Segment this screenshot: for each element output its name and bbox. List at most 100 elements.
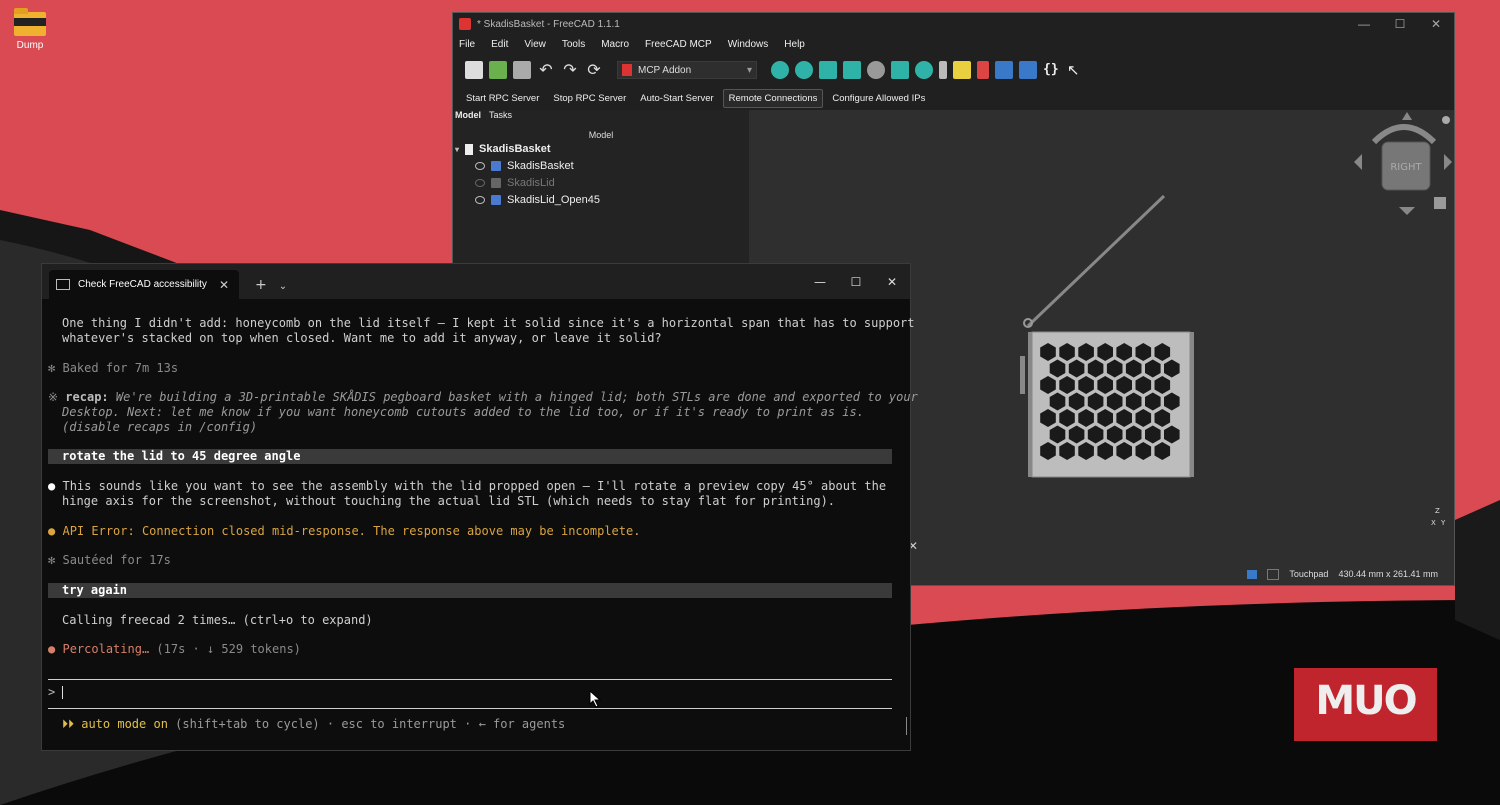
tree-item-skadisbasket[interactable]: SkadisBasket bbox=[475, 160, 574, 172]
body-icon bbox=[491, 178, 501, 188]
open-document-icon[interactable] bbox=[489, 61, 507, 79]
save-icon[interactable] bbox=[513, 61, 531, 79]
maximize-button[interactable]: ☐ bbox=[1382, 17, 1418, 31]
view-menu-icon[interactable] bbox=[819, 61, 837, 79]
scrollbar[interactable] bbox=[906, 717, 907, 735]
expand-arrow-icon[interactable]: ▾ bbox=[455, 145, 459, 154]
freecad-titlebar[interactable]: * SkadisBasket - FreeCAD 1.1.1 — ☐ ✕ bbox=[453, 13, 1454, 35]
menu-help[interactable]: Help bbox=[784, 39, 805, 50]
bullet-icon: ● bbox=[48, 642, 56, 656]
redo-icon[interactable]: ↷ bbox=[561, 61, 579, 79]
muo-watermark-logo: MUO bbox=[1294, 668, 1437, 741]
text-cursor bbox=[62, 686, 64, 699]
menu-tools[interactable]: Tools bbox=[562, 39, 585, 50]
minimize-button[interactable]: — bbox=[1346, 17, 1382, 31]
menu-macro[interactable]: Macro bbox=[601, 39, 629, 50]
bullet-icon: ● bbox=[48, 479, 56, 493]
remote-connections-button[interactable]: Remote Connections bbox=[722, 88, 824, 108]
chevron-down-icon[interactable]: ⌄ bbox=[279, 281, 287, 292]
recap-line: (disable recaps in /config) bbox=[62, 420, 258, 434]
measure-icon[interactable] bbox=[843, 61, 861, 79]
prompt-input[interactable]: > bbox=[48, 685, 64, 700]
menu-edit[interactable]: Edit bbox=[491, 39, 508, 50]
draw-style-icon[interactable] bbox=[867, 61, 885, 79]
desktop-icon-dump[interactable]: Dump bbox=[8, 8, 52, 51]
whats-this-icon[interactable]: ↖ bbox=[1067, 61, 1085, 79]
workbench-logo-icon bbox=[622, 64, 632, 76]
progress-line: ● Percolating… (17s · ↓ 529 tokens) bbox=[48, 642, 301, 656]
workbench-selector[interactable]: MCP Addon ▾ bbox=[617, 61, 757, 79]
terminal-titlebar[interactable]: Check FreeCAD accessibility ✕ + ⌄ — ☐ ✕ bbox=[42, 264, 910, 299]
menu-view[interactable]: View bbox=[524, 39, 546, 50]
menu-file[interactable]: File bbox=[459, 39, 475, 50]
visibility-eye-icon[interactable] bbox=[475, 196, 485, 204]
maximize-button[interactable]: ☐ bbox=[838, 275, 874, 289]
tree-root-label: SkadisBasket bbox=[479, 143, 551, 155]
menu-windows[interactable]: Windows bbox=[728, 39, 769, 50]
freecad-logo-icon bbox=[459, 18, 471, 30]
terminal-window[interactable]: Check FreeCAD accessibility ✕ + ⌄ — ☐ ✕ … bbox=[41, 263, 918, 751]
workbench-name: MCP Addon bbox=[638, 64, 692, 76]
minimize-button[interactable]: — bbox=[802, 275, 838, 289]
folder-icon[interactable] bbox=[995, 61, 1013, 79]
freecad-toolbar: ↶ ↷ ⟳ MCP Addon ▾ {} ↖ bbox=[453, 54, 1454, 86]
visibility-eye-icon[interactable] bbox=[475, 162, 485, 170]
terminal-output[interactable]: One thing I didn't add: honeycomb on the… bbox=[42, 299, 918, 750]
sparkle-icon: ✻ bbox=[48, 361, 56, 375]
tree-item-skadislid[interactable]: SkadisLid bbox=[475, 177, 555, 189]
tree-root-document[interactable]: ▾ SkadisBasket bbox=[455, 143, 551, 155]
part-icon[interactable] bbox=[953, 61, 971, 79]
assistant-line: hinge axis for the screenshot, without t… bbox=[62, 494, 836, 508]
folder-icon bbox=[14, 8, 46, 36]
user-message: rotate the lid to 45 degree angle bbox=[48, 449, 892, 464]
refresh-icon[interactable]: ⟳ bbox=[585, 61, 603, 79]
freecad-menubar: File Edit View Tools Macro FreeCAD MCP W… bbox=[453, 35, 1454, 54]
basket-model[interactable] bbox=[1004, 180, 1264, 480]
undo-icon[interactable]: ↶ bbox=[537, 61, 555, 79]
ruler-icon[interactable] bbox=[939, 61, 947, 79]
tree-item-label: SkadisBasket bbox=[507, 160, 574, 172]
terminal-tab[interactable]: Check FreeCAD accessibility ✕ bbox=[49, 270, 239, 299]
document-icon bbox=[465, 143, 474, 155]
auto-start-server-button[interactable]: Auto-Start Server bbox=[635, 90, 718, 107]
configure-allowed-ips-button[interactable]: Configure Allowed IPs bbox=[827, 90, 930, 107]
navigation-cube[interactable]: RIGHT bbox=[1354, 112, 1464, 222]
fit-all-icon[interactable] bbox=[771, 61, 789, 79]
divider bbox=[48, 679, 892, 680]
recap-line: ※ recap: We're building a 3D-printable S… bbox=[48, 390, 918, 404]
user-message: try again bbox=[48, 583, 892, 598]
tab-tasks[interactable]: Tasks bbox=[489, 110, 512, 126]
navigation-mode[interactable]: Touchpad bbox=[1289, 569, 1328, 579]
svg-text:Z: Z bbox=[1435, 507, 1440, 515]
tree-item-label: SkadisLid bbox=[507, 177, 555, 189]
tool-call-line: Calling freecad 2 times… (ctrl+o to expa… bbox=[62, 613, 373, 627]
sparkle-icon: ※ bbox=[48, 390, 59, 404]
hidden-eye-icon[interactable] bbox=[475, 179, 485, 187]
new-tab-icon[interactable]: + bbox=[255, 277, 267, 293]
divider bbox=[48, 708, 892, 709]
stop-rpc-server-button[interactable]: Stop RPC Server bbox=[548, 90, 631, 107]
close-button[interactable]: ✕ bbox=[874, 275, 910, 289]
new-document-icon[interactable] bbox=[465, 61, 483, 79]
combo-view-tabs: Model Tasks bbox=[453, 110, 751, 126]
start-rpc-server-button[interactable]: Start RPC Server bbox=[461, 90, 544, 107]
close-tab-icon[interactable]: ✕ bbox=[219, 278, 229, 292]
close-button[interactable]: ✕ bbox=[1418, 17, 1454, 31]
zoom-icon[interactable] bbox=[915, 61, 933, 79]
bullet-icon: ● bbox=[48, 524, 56, 538]
link-icon[interactable] bbox=[1019, 61, 1037, 79]
terminal-tab-title: Check FreeCAD accessibility bbox=[78, 279, 207, 290]
sparkle-icon: ✻ bbox=[48, 553, 56, 567]
fit-selection-icon[interactable] bbox=[795, 61, 813, 79]
bounding-box-icon[interactable] bbox=[891, 61, 909, 79]
axis-icon[interactable] bbox=[977, 61, 989, 79]
dimension-readout[interactable]: 430.44 mm x 261.41 mm bbox=[1338, 569, 1438, 579]
checkbox-icon[interactable] bbox=[1267, 568, 1280, 580]
macro-braces-icon[interactable]: {} bbox=[1043, 61, 1061, 79]
navigation-style-icon[interactable] bbox=[1247, 569, 1258, 579]
tab-model[interactable]: Model bbox=[455, 110, 481, 126]
menu-freecad-mcp[interactable]: FreeCAD MCP bbox=[645, 39, 712, 50]
assistant-line: whatever's stacked on top when closed. W… bbox=[62, 331, 662, 345]
recap-line: Desktop. Next: let me know if you want h… bbox=[62, 405, 864, 419]
tree-item-skadislid-open45[interactable]: SkadisLid_Open45 bbox=[475, 194, 600, 206]
